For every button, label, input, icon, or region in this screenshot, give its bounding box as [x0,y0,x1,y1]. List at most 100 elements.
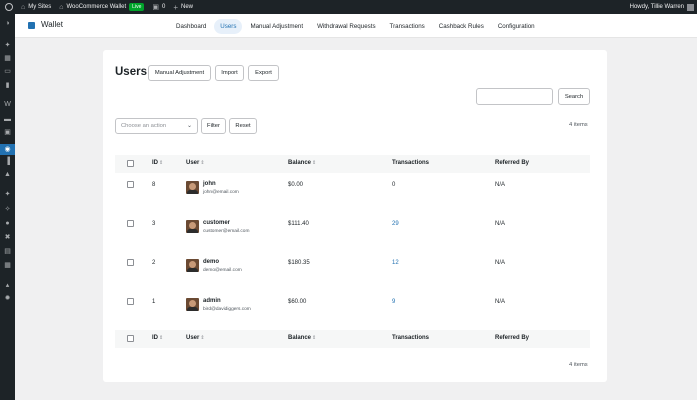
puzzle-icon[interactable]: ▦ [3,54,12,63]
home-icon: ⌂ [59,3,64,11]
row-transactions-link[interactable]: 29 [392,221,399,227]
sort-icon: ⇕ [200,335,205,341]
circle-settings-icon[interactable]: ✹ [3,294,12,303]
row-id: 8 [152,182,156,188]
column-id-label: ID [152,160,158,166]
user-name[interactable]: customer [203,220,230,226]
appearance-icon[interactable]: ✦ [3,190,12,199]
tab-withdrawal-requests[interactable]: Withdrawal Requests [311,19,381,34]
comments-icon[interactable]: ▮ [3,81,12,90]
row-id: 1 [152,299,156,305]
bulk-action-select[interactable]: Choose an action ⌄ [115,118,198,134]
palette-icon[interactable]: ◑ [3,19,12,28]
comments-count: 0 [161,4,166,10]
column-id[interactable]: ID⇕ [152,160,163,166]
user-avatar-icon [687,3,694,11]
wordpress-logo-icon[interactable] [0,0,17,14]
column-transactions: Transactions [392,335,430,341]
tab-transactions[interactable]: Transactions [384,19,431,34]
tab-cashback-rules[interactable]: Cashback Rules [433,19,490,34]
layout-icon[interactable]: ▦ [3,261,12,270]
row-id: 2 [152,260,156,266]
tab-dashboard[interactable]: Dashboard [170,19,212,34]
plugins-icon[interactable]: ✧ [3,205,12,214]
items-count-bottom: 4 items [569,362,588,368]
user-email: demo@email.com [203,268,242,273]
row-balance: $180.35 [288,260,310,266]
row-balance: $60.00 [288,299,307,305]
table-row: 2 demo demo@email.com $180.35 12 N/A [115,258,590,297]
column-balance[interactable]: Balance⇕ [288,335,316,341]
site-name-label: WooCommerce Wallet [66,4,127,10]
wallet-logo-icon [28,22,35,29]
site-name-link[interactable]: ⌂ WooCommerce Wallet Live [55,0,148,14]
export-button[interactable]: Export [248,65,279,81]
column-referred-by: Referred By [495,335,530,341]
products-icon[interactable]: ▬ [3,115,12,124]
tab-manual-adjustment[interactable]: Manual Adjustment [244,19,309,34]
row-referred-by: N/A [495,182,506,188]
woo-icon[interactable]: W [3,100,12,109]
row-referred-by: N/A [495,260,506,266]
row-transactions-link[interactable]: 9 [392,299,395,305]
user-name[interactable]: admin [203,298,221,304]
row-checkbox[interactable] [127,220,134,227]
media-icon[interactable]: ▣ [3,128,12,137]
row-transactions-link[interactable]: 12 [392,260,399,266]
tab-configuration[interactable]: Configuration [492,19,541,34]
plus-icon: + [173,2,178,12]
bulk-action-placeholder: Choose an action [121,123,167,129]
column-balance[interactable]: Balance⇕ [288,160,316,166]
my-sites-link[interactable]: ⌂ My Sites [17,0,55,14]
search-input[interactable] [476,88,553,105]
live-badge: Live [129,3,145,11]
manual-adjustment-button[interactable]: Manual Adjustment [148,65,211,81]
admin-sidebar: ◑ ✦ ▦ ▭ ▮ W ▬ ▣ ◉ ▐ ▲ ✦ ✧ ● ✖ ▤ ▦ ▴ ✹ [0,14,15,400]
select-all-checkbox-footer[interactable] [127,335,134,342]
column-id[interactable]: ID⇕ [152,335,163,341]
top-navigation: Dashboard Users Manual Adjustment Withdr… [170,18,543,34]
avatar [186,220,199,233]
row-checkbox[interactable] [127,298,134,305]
greeting-text: Howdy, Tillie Warren [629,4,684,10]
comments-link[interactable]: ▣ 0 [148,0,169,14]
sort-icon: ⇕ [200,160,205,166]
row-checkbox[interactable] [127,259,134,266]
select-all-checkbox[interactable] [127,160,134,167]
pin-icon[interactable]: ✦ [3,41,12,50]
import-button[interactable]: Import [215,65,244,81]
row-transactions: 0 [392,182,396,188]
network-icon[interactable]: ▴ [3,281,12,290]
sort-icon: ⇕ [159,335,164,341]
settings-icon[interactable]: ▤ [3,247,12,256]
pages-icon[interactable]: ▭ [3,67,12,76]
table-footer: ID⇕ User⇕ Balance⇕ Transactions Referred… [115,330,590,348]
new-content-link[interactable]: + New [169,0,197,14]
column-user[interactable]: User⇕ [186,160,205,166]
items-count-top: 4 items [569,122,588,128]
row-checkbox[interactable] [127,181,134,188]
reset-button[interactable]: Reset [229,118,257,134]
sort-icon: ⇕ [312,335,317,341]
user-email: john@email.com [203,190,239,195]
tab-users[interactable]: Users [214,18,243,34]
filter-button[interactable]: Filter [201,118,226,134]
column-user[interactable]: User⇕ [186,335,205,341]
account-menu[interactable]: Howdy, Tillie Warren [629,3,697,11]
megaphone-icon[interactable]: ▲ [3,170,12,179]
users-icon[interactable]: ● [3,219,12,228]
tools-icon[interactable]: ✖ [3,233,12,242]
table-header: ID⇕ User⇕ Balance⇕ Transactions Referred… [115,155,590,173]
column-user-label: User [186,335,200,341]
chevron-down-icon: ⌄ [186,123,192,129]
search-button[interactable]: Search [558,88,590,105]
avatar [186,259,199,272]
user-name[interactable]: john [203,181,216,187]
wallet-icon[interactable]: ◉ [0,144,15,155]
comment-icon: ▣ [152,4,159,11]
user-name[interactable]: demo [203,259,219,265]
row-balance: $0.00 [288,182,304,188]
row-id: 3 [152,221,156,227]
column-id-label: ID [152,335,158,341]
analytics-icon[interactable]: ▐ [3,157,12,166]
